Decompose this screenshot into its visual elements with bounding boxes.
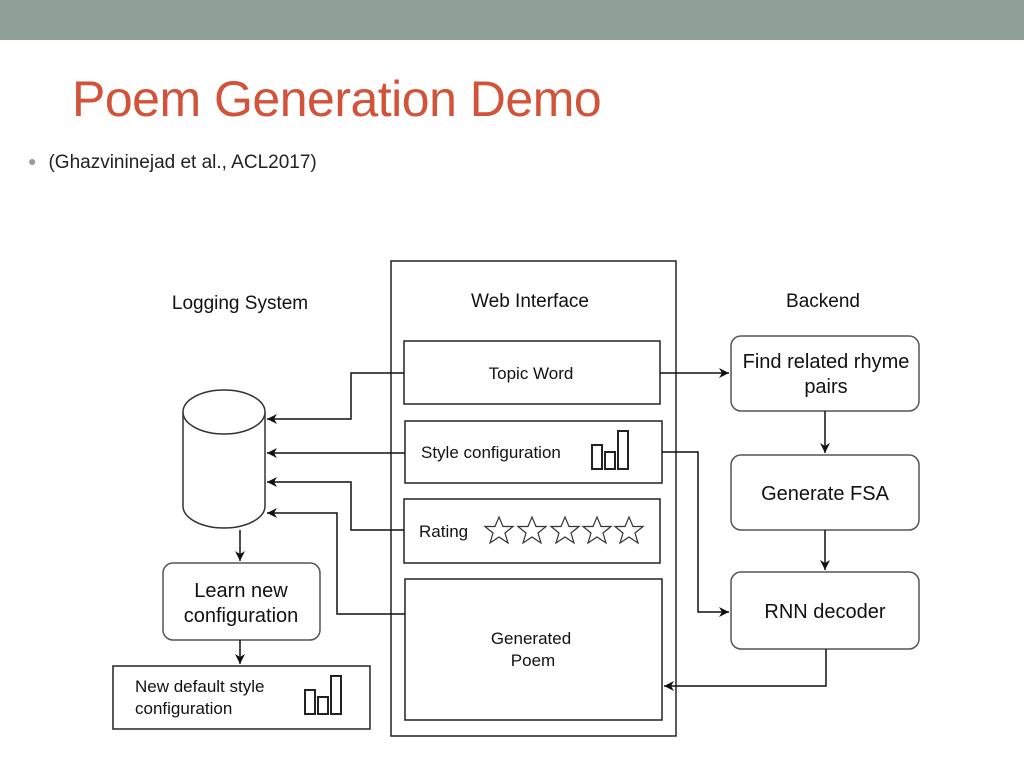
database-cylinder-icon — [182, 389, 266, 529]
default-label-1: New default style — [135, 677, 264, 696]
rhyme-pairs-box: Find related rhyme pairs — [730, 335, 920, 412]
generated-poem-label-2: Poem — [511, 651, 555, 670]
rating-label: Rating — [419, 522, 468, 541]
header-logging-system: Logging System — [172, 293, 308, 314]
system-diagram: Logging System Web Interface Backend Top… — [112, 260, 920, 737]
rnn-label: RNN decoder — [764, 601, 886, 623]
learn-label-1: Learn new — [194, 580, 288, 602]
fsa-label: Generate FSA — [761, 483, 890, 505]
generated-poem-label-1: Generated — [491, 629, 571, 648]
rhyme-label-2: pairs — [804, 376, 847, 398]
learn-label-2: configuration — [184, 605, 299, 627]
learn-new-configuration-box: Learn new configuration — [162, 562, 321, 641]
rhyme-label-1: Find related rhyme — [743, 351, 910, 373]
arrow-rating-to-db — [267, 477, 404, 531]
header-web-interface: Web Interface — [471, 291, 589, 312]
rnn-decoder-box: RNN decoder — [730, 571, 920, 650]
new-default-style-box: New default style configuration — [112, 665, 371, 730]
generated-poem-box: Generated Poem — [404, 578, 663, 721]
default-label-2: configuration — [135, 699, 232, 718]
generate-fsa-box: Generate FSA — [730, 454, 920, 531]
arrow-topic-to-db — [267, 372, 404, 424]
arrow-rnn-to-poem — [664, 649, 827, 691]
topic-word-label: Topic Word — [489, 364, 574, 383]
rating-box: Rating — [403, 498, 661, 564]
style-configuration-label: Style configuration — [421, 443, 561, 462]
topic-word-box: Topic Word — [403, 340, 661, 405]
style-configuration-box: Style configuration — [404, 420, 663, 484]
header-backend: Backend — [786, 291, 860, 312]
